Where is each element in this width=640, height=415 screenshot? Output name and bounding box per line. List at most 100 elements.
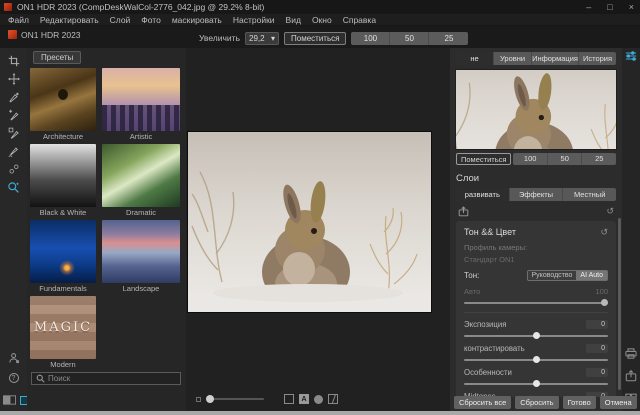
menu-mask[interactable]: маскировать [172, 15, 222, 25]
manual-mode-button[interactable]: Руководство [528, 271, 577, 280]
slider-value[interactable]: 0 [586, 344, 608, 353]
panel-scrollbar[interactable] [618, 218, 621, 390]
done-button[interactable]: Готово [563, 396, 596, 409]
preset-architecture[interactable]: Architecture [30, 68, 96, 141]
view-mask-icon[interactable] [314, 395, 323, 404]
view-single-icon[interactable] [284, 394, 294, 404]
maximize-button[interactable]: □ [607, 0, 612, 14]
menu-file[interactable]: Файл [8, 15, 29, 25]
preset-artistic[interactable]: Artistic [102, 68, 180, 141]
preset-label: Black & White [30, 208, 96, 217]
search-input[interactable] [48, 374, 176, 383]
preset-dramatic[interactable]: Dramatic [102, 144, 180, 217]
auto-slider-knob[interactable] [601, 299, 608, 306]
ai-auto-mode-button[interactable]: AI Auto [576, 271, 607, 280]
refine-brush-tool[interactable] [5, 144, 23, 158]
slider-knob[interactable] [533, 332, 540, 339]
preset-thumbnail-landscape[interactable] [102, 220, 180, 283]
menu-help[interactable]: Справка [343, 15, 376, 25]
help-button[interactable]: ? [5, 371, 23, 385]
slider-track[interactable] [464, 335, 608, 337]
window-title: ON1 HDR 2023 (CompDeskWalCol-2776_042.jp… [17, 2, 264, 12]
slider-knob[interactable] [533, 380, 540, 387]
close-button[interactable]: × [629, 0, 634, 14]
tab-history[interactable]: История [579, 52, 616, 65]
reset-all-button[interactable]: Сбросить все [454, 396, 511, 409]
save-preset-icon[interactable] [458, 206, 469, 217]
preset-thumbnail-fundamentals[interactable] [30, 220, 96, 283]
reset-all-settings-icon[interactable]: ↺ [606, 206, 614, 216]
canvas-area[interactable]: A [186, 48, 450, 411]
zoom-level-dropdown[interactable]: 29,2 ▾ [245, 32, 279, 45]
menu-edit[interactable]: Редактировать [40, 15, 99, 25]
preset-thumbnail-black-white[interactable] [30, 144, 96, 207]
dual-panel-icon[interactable] [3, 395, 16, 405]
fit-button[interactable]: Поместиться [284, 32, 346, 45]
view-split-icon[interactable] [328, 394, 338, 404]
zoom-100-button[interactable]: 100 [351, 32, 390, 45]
preset-landscape[interactable]: Landscape [102, 220, 180, 293]
preset-thumbnail-artistic[interactable] [102, 68, 180, 131]
thumbnail-size-slider[interactable] [206, 398, 264, 400]
crop-tool[interactable] [5, 54, 23, 68]
menu-settings[interactable]: Настройки [233, 15, 275, 25]
preset-search[interactable] [31, 372, 181, 385]
tab-nav[interactable]: не [456, 52, 494, 65]
slider-knob[interactable] [206, 395, 214, 403]
paint-brush-tool[interactable] [5, 90, 23, 104]
auto-label: Авто [464, 287, 480, 296]
account-button[interactable] [5, 351, 23, 365]
move-tool[interactable] [5, 72, 23, 86]
slider-value[interactable]: 0 [586, 368, 608, 377]
navigator-preview[interactable] [456, 70, 616, 149]
preset-modern[interactable]: MAGIC Modern [30, 296, 96, 369]
presets-tab[interactable]: Пресеты [33, 51, 81, 64]
tab-levels[interactable]: Уровни [494, 52, 532, 65]
menu-window[interactable]: Окно [312, 15, 332, 25]
navigator-zoom-50[interactable]: 50 [548, 153, 583, 165]
preset-thumbnail-architecture[interactable] [30, 68, 96, 131]
slider-track[interactable] [464, 383, 608, 385]
export-icon[interactable] [625, 370, 637, 382]
slider-label: Особенности [464, 368, 512, 377]
quick-adjust-button[interactable] [625, 50, 637, 62]
camera-profile-value[interactable]: Стандарт ON1 [464, 255, 608, 264]
auto-row: Авто 100 [464, 287, 608, 296]
minimize-button[interactable]: – [586, 0, 591, 14]
document-tab[interactable]: ON1 HDR 2023 [8, 28, 81, 41]
preset-black-white[interactable]: Black & White [30, 144, 96, 217]
print-icon[interactable] [625, 348, 637, 359]
tab-develop[interactable]: развивать [456, 188, 510, 201]
navigator-zoom-25[interactable]: 25 [582, 153, 616, 165]
tab-info[interactable]: Информация [532, 52, 579, 65]
reset-button[interactable]: Сбросить [515, 396, 558, 409]
tab-effects[interactable]: Эффекты [510, 188, 564, 201]
adjustment-brush-tool[interactable] [5, 108, 23, 122]
preset-thumbnail-modern[interactable]: MAGIC [30, 296, 96, 359]
masking-brush-tool[interactable] [5, 126, 23, 140]
tone-reset-icon[interactable]: ↺ [600, 227, 608, 237]
slider-knob[interactable] [533, 356, 540, 363]
cancel-button[interactable]: Отмена [600, 396, 637, 409]
slider-track[interactable] [464, 359, 608, 361]
view-zoom-tool[interactable] [5, 180, 23, 194]
photo-rabbit[interactable] [188, 132, 431, 312]
divider [464, 312, 608, 313]
blemish-tool[interactable] [5, 162, 23, 176]
navigator-zoom-100[interactable]: 100 [513, 153, 548, 165]
view-compare-a-icon[interactable]: A [299, 394, 309, 404]
preset-thumbnail-dramatic[interactable] [102, 144, 180, 207]
menu-layer[interactable]: Слой [110, 15, 131, 25]
auto-slider[interactable] [464, 302, 608, 304]
menu-view[interactable]: Вид [286, 15, 301, 25]
slider-value[interactable]: 0 [586, 320, 608, 329]
document-tab-label: ON1 HDR 2023 [21, 30, 81, 40]
preset-label: Dramatic [102, 208, 180, 217]
zoom-25-button[interactable]: 25 [429, 32, 468, 45]
layers-title: Слои [456, 173, 616, 184]
navigator-fit-button[interactable]: Поместиться [456, 153, 511, 165]
menu-photo[interactable]: Фото [141, 15, 161, 25]
tab-local[interactable]: Местный [563, 188, 616, 201]
preset-fundamentals[interactable]: Fundamentals [30, 220, 96, 293]
zoom-50-button[interactable]: 50 [390, 32, 429, 45]
